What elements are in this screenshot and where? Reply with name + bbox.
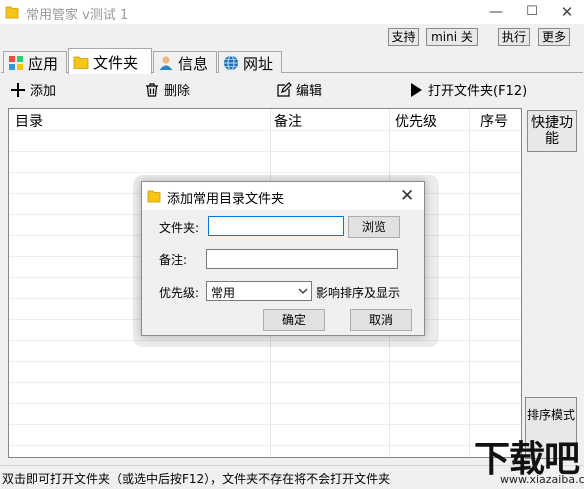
delete-button[interactable]: 删除 <box>144 80 190 100</box>
edit-icon <box>277 82 292 97</box>
edit-label: 编辑 <box>296 84 323 99</box>
add-button[interactable]: 添加 <box>10 80 56 100</box>
edit-button[interactable]: 编辑 <box>276 80 322 100</box>
more-button[interactable]: 更多 <box>538 28 570 46</box>
trash-icon <box>146 83 158 97</box>
folder-icon <box>73 56 89 69</box>
plus-icon <box>11 83 25 97</box>
open-folder-label: 打开文件夹(F12) <box>428 84 528 99</box>
tab-info-label: 信息 <box>178 55 209 73</box>
user-info-icon <box>159 56 173 70</box>
app-folder-icon <box>5 6 19 19</box>
mini-toggle-button[interactable]: mini 关 <box>426 28 478 46</box>
quick-function-button[interactable]: 快捷功能 <box>527 110 577 152</box>
play-icon <box>411 83 422 97</box>
dialog-close-icon[interactable]: ✕ <box>400 186 414 206</box>
note-input[interactable] <box>206 249 398 269</box>
cancel-button[interactable]: 取消 <box>350 309 412 331</box>
maximize-button[interactable]: ☐ <box>514 0 550 24</box>
folder-path-input[interactable] <box>208 216 344 236</box>
priority-select[interactable]: 常用 <box>206 281 312 301</box>
tab-folders-label: 文件夹 <box>93 54 139 72</box>
dialog-title: 添加常用目录文件夹 <box>167 192 285 207</box>
add-folder-dialog: 添加常用目录文件夹 ✕ 文件夹: 浏览 备注: 优先级: 常用 影响排序及显示 … <box>141 181 425 336</box>
close-button[interactable]: ✕ <box>550 0 584 24</box>
delete-label: 删除 <box>164 84 191 99</box>
tab-apps[interactable]: 应用 <box>3 51 67 73</box>
tab-folders[interactable]: 文件夹 <box>68 48 152 74</box>
globe-icon <box>224 55 238 71</box>
window-title: 常用管家 v测试 1 <box>26 8 129 23</box>
minimize-button[interactable]: — <box>478 0 514 24</box>
column-header-directory[interactable]: 目录 <box>15 111 43 131</box>
note-label: 备注: <box>159 253 188 267</box>
chevron-down-icon <box>298 288 308 294</box>
watermark-url: www.xiazaiba.com <box>500 473 584 486</box>
browse-button[interactable]: 浏览 <box>348 216 400 238</box>
priority-hint: 影响排序及显示 <box>316 286 401 300</box>
column-header-index[interactable]: 序号 <box>480 111 508 131</box>
dialog-folder-icon <box>147 190 161 203</box>
column-header-priority[interactable]: 优先级 <box>395 111 437 131</box>
tab-apps-label: 应用 <box>28 55 59 73</box>
tab-urls[interactable]: 网址 <box>218 51 282 73</box>
priority-selected-value: 常用 <box>211 286 236 300</box>
add-label: 添加 <box>30 84 57 99</box>
watermark-logo: 下载吧 www.xiazaiba.com <box>448 428 584 488</box>
tab-info[interactable]: 信息 <box>153 51 217 73</box>
ok-button[interactable]: 确定 <box>263 309 325 331</box>
support-button[interactable]: 支持 <box>388 28 419 46</box>
tab-urls-label: 网址 <box>243 55 274 73</box>
execute-button[interactable]: 执行 <box>498 28 530 46</box>
open-folder-button[interactable]: 打开文件夹(F12) <box>408 80 527 100</box>
status-text: 双击即可打开文件夹（或选中后按F12），文件夹不存在将不会打开文件夹 <box>2 472 391 486</box>
folder-label: 文件夹: <box>159 221 200 235</box>
priority-label: 优先级: <box>159 286 200 300</box>
column-header-note[interactable]: 备注 <box>274 111 302 131</box>
apps-icon <box>9 56 23 70</box>
